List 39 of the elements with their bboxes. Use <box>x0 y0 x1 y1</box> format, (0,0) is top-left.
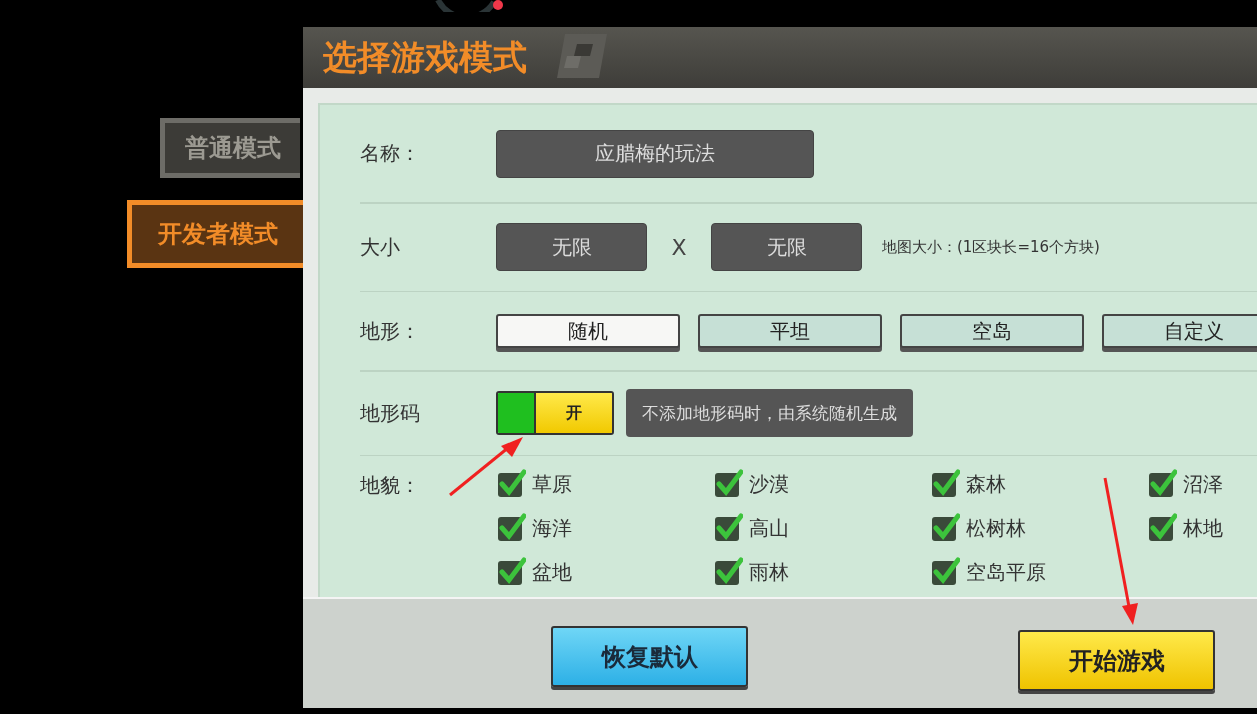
checkbox-label: 盆地 <box>532 558 572 586</box>
checkbox[interactable] <box>496 557 526 587</box>
checkbox-label: 沙漠 <box>749 470 789 498</box>
checkbox[interactable] <box>496 513 526 543</box>
field-label: 地形码 <box>360 399 421 427</box>
checkbox[interactable] <box>713 557 743 587</box>
width-field[interactable]: 无限 <box>496 223 647 271</box>
mode-tab[interactable]: 开发者模式 <box>127 200 303 268</box>
field-label: 地貌： <box>360 472 421 499</box>
reset-button[interactable]: 恢复默认 <box>551 626 748 687</box>
toggle-switch[interactable]: 开 <box>496 391 614 435</box>
field-label: 名称： <box>360 140 421 167</box>
name-field[interactable]: 应腊梅的玩法 <box>496 129 814 178</box>
checkbox[interactable] <box>930 557 960 587</box>
checkbox-label: 雨林 <box>749 558 789 586</box>
checkbox-label: 草原 <box>532 470 572 498</box>
checkbox[interactable] <box>1147 469 1177 499</box>
field-label: 地形： <box>360 317 421 345</box>
checkbox[interactable] <box>713 469 743 499</box>
checkbox[interactable] <box>930 469 960 499</box>
checkbox-label: 林地 <box>1183 514 1223 542</box>
checkbox-label: 空岛平原 <box>966 558 1046 586</box>
height-field[interactable]: 无限 <box>711 223 862 271</box>
checkbox-label: 海洋 <box>532 514 572 542</box>
checkbox-label: 松树林 <box>966 514 1026 542</box>
checkbox-label: 沼泽 <box>1183 470 1223 498</box>
start-button[interactable]: 开始游戏 <box>1018 630 1215 691</box>
checkbox[interactable] <box>1147 513 1177 543</box>
mode-tab[interactable]: 普通模式 <box>160 118 300 178</box>
field-label: 大小 <box>360 233 401 261</box>
separator-text: X <box>670 234 688 260</box>
checkbox[interactable] <box>713 513 743 543</box>
checkbox[interactable] <box>930 513 960 543</box>
checkbox[interactable] <box>496 469 526 499</box>
size-hint: 地图大小：(1区块长=16个方块) <box>882 237 1100 257</box>
checkbox-label: 高山 <box>749 514 789 542</box>
tooltip: 不添加地形码时，由系统随机生成 <box>626 389 913 437</box>
checkbox-label: 森林 <box>966 470 1006 498</box>
dialog-title: 选择游戏模式 <box>323 35 527 79</box>
